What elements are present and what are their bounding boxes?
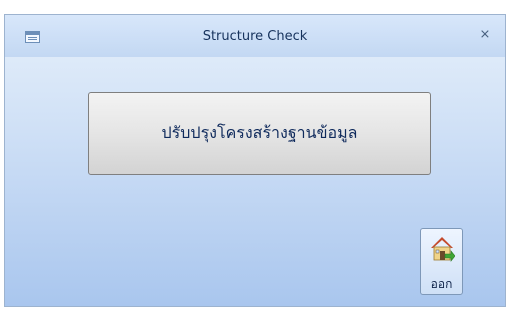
close-button[interactable]: ⨯	[477, 27, 493, 43]
window-title: Structure Check	[202, 29, 308, 44]
home-exit-icon	[431, 237, 455, 262]
update-database-structure-button[interactable]: ปรับปรุงโครงสร้างฐานข้อมูล	[88, 92, 431, 175]
exit-button-label: ออก	[430, 277, 453, 291]
title-bar: Structure Check ⨯	[5, 15, 505, 57]
structure-check-window: Structure Check ⨯ ปรับปรุงโครงสร้างฐานข้…	[4, 14, 506, 307]
exit-button[interactable]: ออก	[420, 228, 463, 295]
update-database-structure-label: ปรับปรุงโครงสร้างฐานข้อมูล	[161, 123, 358, 142]
